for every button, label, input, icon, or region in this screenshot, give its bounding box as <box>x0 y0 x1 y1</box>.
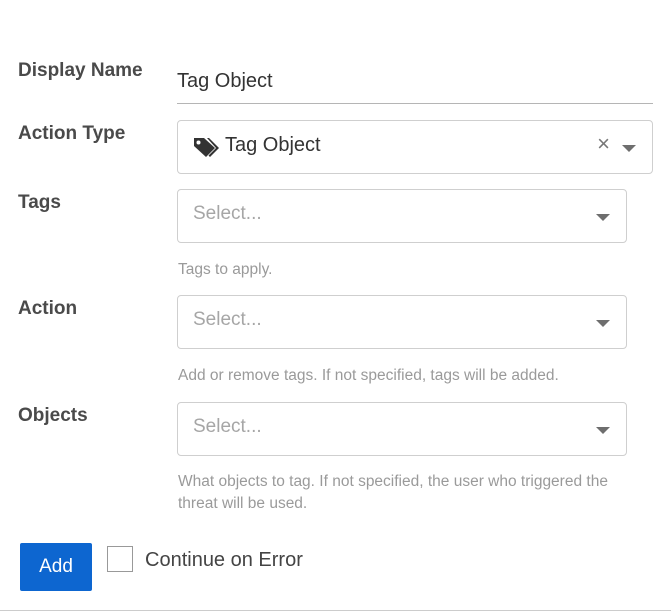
action-help-text: Add or remove tags. If not specified, ta… <box>178 367 559 384</box>
clear-icon[interactable]: × <box>597 133 610 155</box>
objects-label: Objects <box>18 405 88 426</box>
tag-icon <box>194 138 219 157</box>
objects-placeholder: Select... <box>193 416 262 437</box>
tags-help-text: Tags to apply. <box>178 261 273 278</box>
action-label: Action <box>18 298 78 319</box>
continue-on-error-checkbox[interactable] <box>107 546 133 572</box>
action-select[interactable]: Select... <box>177 295 627 349</box>
chevron-down-icon[interactable] <box>596 214 610 221</box>
tags-select[interactable]: Select... <box>177 189 627 243</box>
display-name-label: Display Name <box>18 60 143 81</box>
objects-help-text: What objects to tag. If not specified, t… <box>178 473 608 512</box>
chevron-down-icon[interactable] <box>596 427 610 434</box>
action-type-select[interactable]: Tag Object × <box>177 120 653 174</box>
tags-label: Tags <box>18 192 61 213</box>
tags-placeholder: Select... <box>193 203 262 224</box>
chevron-down-icon[interactable] <box>622 145 636 152</box>
display-name-input[interactable]: Tag Object <box>177 62 653 104</box>
add-button[interactable]: Add <box>20 543 92 591</box>
action-placeholder: Select... <box>193 309 262 330</box>
objects-select[interactable]: Select... <box>177 402 627 456</box>
chevron-down-icon[interactable] <box>596 320 610 327</box>
continue-on-error-label[interactable]: Continue on Error <box>145 549 303 572</box>
action-type-value: Tag Object <box>225 134 321 156</box>
action-type-label: Action Type <box>18 123 126 144</box>
